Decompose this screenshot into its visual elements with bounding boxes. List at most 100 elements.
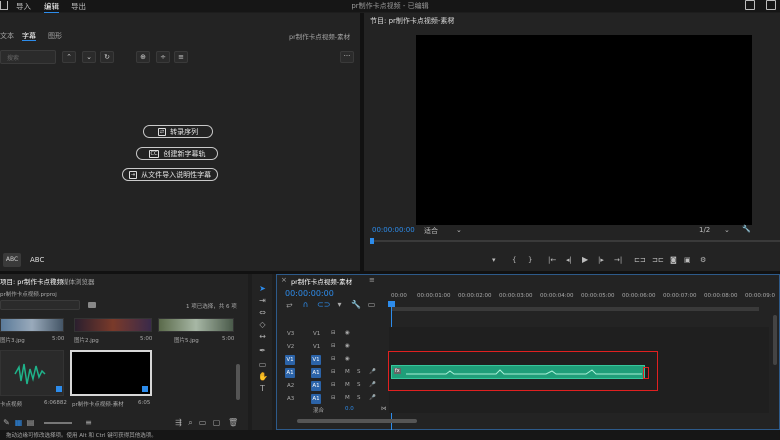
caret-down-button[interactable]: ⌄: [82, 51, 96, 63]
ruler[interactable]: 00:00 00:00:01:00 00:00:02:00 00:00:03:0…: [391, 293, 779, 305]
timeline-settings-icon[interactable]: 🔧: [351, 300, 361, 309]
sync-lock-icon[interactable]: ⊟: [331, 330, 336, 336]
go-to-in-icon[interactable]: |←: [548, 256, 556, 264]
type-tool-icon[interactable]: T: [258, 384, 267, 393]
eye-icon[interactable]: ◉: [345, 356, 350, 362]
panel-menu-icon[interactable]: ≡: [50, 276, 56, 284]
abc-style-icon[interactable]: ABC: [3, 253, 21, 267]
fit-select[interactable]: 适合: [424, 226, 438, 236]
tab-media-browser[interactable]: 媒体浏览器: [62, 276, 95, 286]
transcribe-sequence-button[interactable]: ⇄ 转录序列: [143, 125, 213, 138]
track-target[interactable]: A1: [311, 381, 321, 391]
hand-tool-icon[interactable]: ✋: [258, 372, 268, 381]
refresh-button[interactable]: ↻: [100, 51, 114, 63]
step-forward-icon[interactable]: |▸: [598, 256, 604, 264]
project-scrollbar[interactable]: [236, 364, 240, 400]
track-target[interactable]: V1: [313, 344, 320, 350]
sequence-thumb[interactable]: [70, 350, 152, 396]
h-scrollbar[interactable]: [297, 419, 417, 423]
eye-icon[interactable]: ◉: [345, 330, 350, 336]
export-frame-icon[interactable]: ◙: [670, 256, 677, 264]
track-target[interactable]: A1: [311, 368, 321, 378]
folder-icon[interactable]: [88, 302, 96, 308]
selection-tool-icon[interactable]: ➤: [258, 284, 267, 293]
more-button[interactable]: ···: [340, 51, 354, 63]
track-target[interactable]: V1: [313, 331, 320, 337]
mix-value[interactable]: 0.0: [345, 406, 354, 412]
icon-view-icon[interactable]: ▤: [26, 418, 35, 427]
menu-icon[interactable]: ≡: [448, 15, 454, 23]
add-marker-icon[interactable]: ▾: [335, 300, 344, 309]
mute-icon[interactable]: M: [345, 395, 350, 401]
settings-icon[interactable]: ⚙: [700, 256, 706, 264]
res-chevron-icon[interactable]: ⌄: [724, 226, 730, 234]
mic-icon[interactable]: 🎤: [369, 382, 376, 388]
step-back-icon[interactable]: ◂|: [566, 256, 572, 264]
resolution-select[interactable]: 1/2: [699, 226, 710, 234]
tab-text[interactable]: 文本: [0, 31, 14, 41]
search-input[interactable]: 搜索: [0, 50, 56, 64]
caret-up-button[interactable]: ⌃: [62, 51, 76, 63]
thumb-image-3[interactable]: [0, 318, 64, 332]
workspace-icon[interactable]: [745, 0, 755, 10]
track-target[interactable]: A1: [311, 394, 321, 404]
solo-icon[interactable]: S: [357, 369, 361, 375]
tab-graphics[interactable]: 图形: [48, 31, 62, 41]
new-bin-icon[interactable]: ▭: [198, 418, 207, 427]
track-source-toggle[interactable]: V1: [285, 355, 295, 365]
linked-icon[interactable]: ⊂⊃: [317, 300, 330, 309]
find-icon[interactable]: ⌕: [186, 418, 195, 427]
lift-icon[interactable]: ⊏⊐: [634, 256, 646, 264]
mute-icon[interactable]: M: [345, 382, 350, 388]
solo-icon[interactable]: S: [357, 395, 361, 401]
solo-icon[interactable]: S: [357, 382, 361, 388]
automate-icon[interactable]: ⇶: [174, 418, 183, 427]
trash-icon[interactable]: 🗑: [228, 418, 238, 427]
create-caption-track-button[interactable]: CC 创建新字幕轨: [136, 147, 218, 160]
work-area-bar[interactable]: [391, 307, 759, 311]
sort-icon[interactable]: ≡: [84, 418, 93, 427]
slip-tool-icon[interactable]: ↔: [258, 332, 267, 341]
pen-tool-icon[interactable]: ✒: [258, 346, 267, 355]
import-captions-button[interactable]: ⇥ 从文件导入说明性字幕: [122, 168, 218, 181]
sync-lock-icon[interactable]: ⊟: [331, 382, 336, 388]
track-target[interactable]: V1: [311, 355, 321, 365]
track-select-icon[interactable]: ⇥: [258, 296, 267, 305]
captions-toggle-icon[interactable]: ▭: [367, 300, 376, 309]
thumb-image-5[interactable]: [158, 318, 234, 332]
zoom-slider[interactable]: [44, 422, 72, 424]
play-icon[interactable]: ▶: [582, 255, 588, 264]
marker-icon[interactable]: ▾: [492, 256, 496, 264]
new-item-icon[interactable]: ▢: [212, 418, 221, 427]
sync-lock-icon[interactable]: ⊟: [331, 356, 336, 362]
fullscreen-icon[interactable]: [766, 0, 776, 10]
in-point-icon[interactable]: {: [512, 256, 516, 264]
ripple-edit-icon[interactable]: ⇔: [258, 308, 267, 317]
playhead-marker[interactable]: [370, 238, 374, 244]
scrub-bar[interactable]: [372, 240, 780, 242]
program-timecode[interactable]: 00:00:00:00: [372, 226, 415, 234]
thumb-image-2[interactable]: [74, 318, 152, 332]
nest-icon[interactable]: ⥂: [285, 300, 294, 309]
timeline-timecode[interactable]: 00:00:00:00: [285, 289, 334, 298]
abc-text-label[interactable]: ABC: [30, 256, 44, 264]
mix-end-icon[interactable]: ⋈: [381, 406, 387, 412]
list-view-icon[interactable]: ▦: [14, 418, 23, 427]
razor-icon[interactable]: ◇: [258, 320, 267, 329]
sync-lock-icon[interactable]: ⊟: [331, 369, 336, 375]
timeline-tab[interactable]: pr制作卡点视频-素材: [291, 276, 352, 286]
go-to-out-icon[interactable]: →|: [614, 256, 622, 264]
close-sequence-icon[interactable]: ×: [281, 276, 287, 284]
wrench-icon[interactable]: 🔧: [742, 225, 751, 233]
timeline-menu-icon[interactable]: ≡: [369, 276, 375, 284]
write-lock-icon[interactable]: ✎: [2, 418, 11, 427]
mic-icon[interactable]: 🎤: [369, 369, 376, 375]
camera-icon[interactable]: ▣: [684, 256, 691, 264]
split-button[interactable]: ÷: [156, 51, 170, 63]
v-scrollbar[interactable]: [773, 315, 777, 365]
project-search-input[interactable]: [0, 300, 80, 310]
fit-chevron-icon[interactable]: ⌄: [456, 226, 462, 234]
snap-icon[interactable]: ∩: [301, 300, 310, 309]
mute-icon[interactable]: M: [345, 369, 350, 375]
sync-lock-icon[interactable]: ⊟: [331, 343, 336, 349]
